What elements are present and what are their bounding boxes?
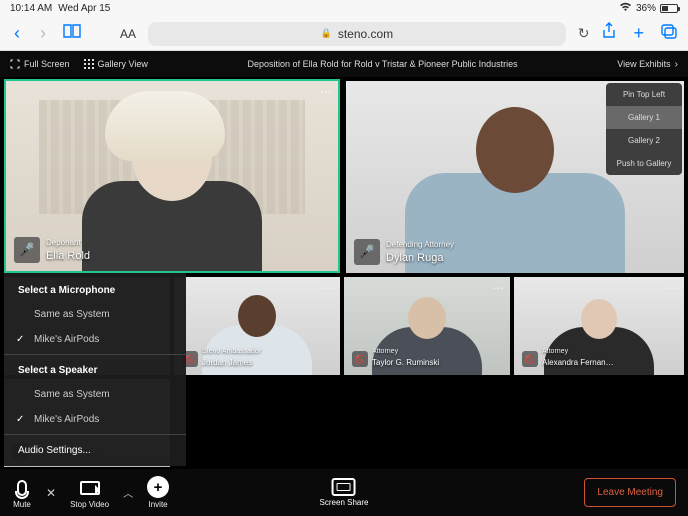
video-tile-ambassador[interactable]: ⋯ 🚫 Steno Ambassador Jordan James bbox=[174, 277, 340, 375]
participant-role: Steno Ambassador bbox=[202, 347, 261, 356]
gallery-view-button[interactable]: Gallery View bbox=[84, 59, 148, 69]
tabs-button[interactable] bbox=[660, 23, 678, 44]
tile-context-menu: Pin Top Left Gallery 1 Gallery 2 Push to… bbox=[606, 83, 682, 175]
mic-icon: 🎤 bbox=[14, 237, 40, 263]
mic-icon: 🎤 bbox=[354, 239, 380, 265]
mic-airpods[interactable]: Mike's AirPods bbox=[4, 327, 186, 352]
participant-name: Ella Rold bbox=[46, 250, 90, 262]
battery-pct: 36% bbox=[636, 3, 656, 14]
ipad-status-bar: 10:14 AM Wed Apr 15 36% bbox=[0, 0, 688, 17]
screen-share-button[interactable]: Screen Share bbox=[320, 478, 369, 507]
speaker-airpods[interactable]: Mike's AirPods bbox=[4, 407, 186, 432]
video-icon bbox=[80, 478, 100, 498]
meeting-controls-bar: Mute ✕ Stop Video ︿ + Invite Screen Shar… bbox=[0, 469, 688, 516]
safari-toolbar: ‹ › AA 🔒 steno.com ↻ + bbox=[0, 17, 688, 51]
leave-meeting-button[interactable]: Leave Meeting bbox=[584, 478, 676, 507]
close-icon[interactable]: ✕ bbox=[46, 486, 56, 500]
menu-pin-top-left[interactable]: Pin Top Left bbox=[606, 83, 682, 106]
stop-video-button[interactable]: Stop Video bbox=[70, 478, 109, 509]
select-speaker-header: Select a Speaker bbox=[4, 357, 186, 382]
mic-muted-icon: 🚫 bbox=[352, 351, 368, 367]
audio-settings-popover: Select a Microphone Same as System Mike'… bbox=[4, 273, 186, 466]
participant-name: Alexandra Fernan… bbox=[542, 358, 614, 367]
app-toolbar: Full Screen Gallery View Deposition of E… bbox=[0, 51, 688, 77]
text-size-button[interactable]: AA bbox=[120, 27, 136, 41]
status-time: 10:14 AM bbox=[10, 3, 52, 14]
url-host: steno.com bbox=[338, 27, 393, 41]
wifi-icon bbox=[619, 2, 632, 15]
chevron-right-icon: › bbox=[675, 59, 678, 70]
case-title: Deposition of Ella Rold for Rold v Trist… bbox=[248, 59, 518, 69]
mute-button[interactable]: Mute bbox=[12, 478, 32, 509]
screen-share-icon bbox=[332, 478, 356, 496]
microphone-icon bbox=[12, 478, 32, 498]
chevron-up-icon[interactable]: ︿ bbox=[123, 485, 133, 500]
participant-role: Attorney bbox=[542, 347, 614, 356]
plus-icon: + bbox=[147, 476, 169, 498]
audio-settings-link[interactable]: Audio Settings... bbox=[4, 437, 186, 462]
speaker-same-as-system[interactable]: Same as System bbox=[4, 382, 186, 407]
video-tile-deponent[interactable]: ⋯ 🎤 Deponant Ella Rold bbox=[4, 79, 340, 273]
menu-gallery-1[interactable]: Gallery 1 bbox=[606, 106, 682, 129]
gallery-view-label: Gallery View bbox=[98, 59, 148, 69]
address-bar[interactable]: 🔒 steno.com bbox=[148, 22, 566, 46]
menu-gallery-2[interactable]: Gallery 2 bbox=[606, 129, 682, 152]
stop-video-label: Stop Video bbox=[70, 500, 109, 509]
participant-role: Attorney bbox=[372, 347, 439, 356]
fullscreen-label: Full Screen bbox=[24, 59, 70, 69]
mic-same-as-system[interactable]: Same as System bbox=[4, 302, 186, 327]
menu-push-to-gallery[interactable]: Push to Gallery bbox=[606, 152, 682, 175]
select-microphone-header: Select a Microphone bbox=[4, 277, 186, 302]
participant-role: Defending Attorney bbox=[386, 240, 454, 250]
video-tile-attorney-1[interactable]: ⋯ 🚫 Attorney Taylor G. Ruminski bbox=[344, 277, 510, 375]
forward-button[interactable]: › bbox=[36, 23, 50, 44]
invite-label: Invite bbox=[149, 500, 168, 509]
back-button[interactable]: ‹ bbox=[10, 23, 24, 44]
bookmarks-icon[interactable] bbox=[62, 23, 82, 44]
status-date: Wed Apr 15 bbox=[58, 3, 110, 14]
new-tab-button[interactable]: + bbox=[629, 23, 648, 44]
invite-button[interactable]: + Invite bbox=[147, 476, 169, 509]
participant-name: Taylor G. Ruminski bbox=[372, 358, 439, 367]
tile-menu-icon[interactable]: ⋯ bbox=[666, 281, 678, 295]
tile-menu-icon[interactable]: ⋯ bbox=[320, 85, 332, 99]
view-exhibits-button[interactable]: View Exhibits › bbox=[617, 59, 678, 70]
view-exhibits-label: View Exhibits bbox=[617, 59, 670, 69]
share-button[interactable] bbox=[601, 22, 617, 45]
reload-button[interactable]: ↻ bbox=[578, 25, 590, 42]
lock-icon: 🔒 bbox=[321, 28, 332, 39]
mic-muted-icon: 🚫 bbox=[522, 351, 538, 367]
tile-menu-icon[interactable]: ⋯ bbox=[492, 281, 504, 295]
tile-menu-icon[interactable]: ⋯ bbox=[322, 281, 334, 295]
fullscreen-button[interactable]: Full Screen bbox=[10, 59, 70, 69]
video-grid: ⋯ 🎤 Deponant Ella Rold ⋯ 🎤 Defending Att… bbox=[0, 77, 688, 469]
mute-label: Mute bbox=[13, 500, 31, 509]
participant-name: Dylan Ruga bbox=[386, 252, 443, 264]
screen-share-label: Screen Share bbox=[320, 498, 369, 507]
video-tile-attorney-2[interactable]: ⋯ 🚫 Attorney Alexandra Fernan… bbox=[514, 277, 684, 375]
participant-name: Jordan James bbox=[202, 358, 252, 367]
battery-icon bbox=[660, 4, 678, 13]
participant-role: Deponant bbox=[46, 238, 90, 248]
